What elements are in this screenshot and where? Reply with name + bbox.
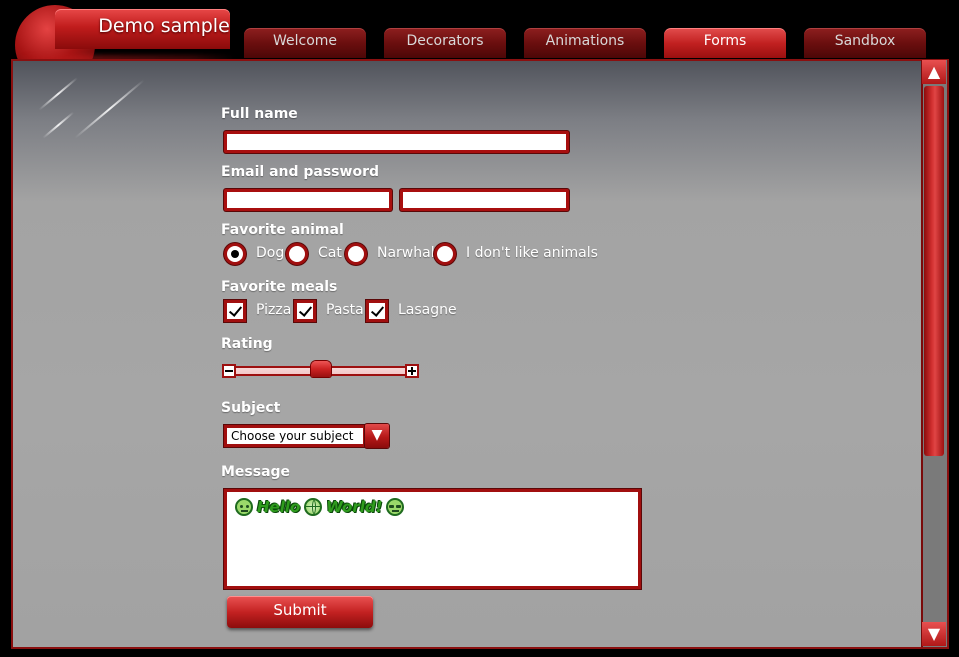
tab-welcome[interactable]: Welcome bbox=[244, 28, 366, 58]
radio-narwhal[interactable] bbox=[345, 243, 367, 265]
full-name-label: Full name bbox=[221, 106, 298, 122]
chevron-down-icon[interactable]: ▼ bbox=[365, 424, 389, 448]
arrow-up-icon[interactable]: ▲ bbox=[922, 60, 946, 84]
radio-label-cat: Cat bbox=[318, 245, 342, 261]
tab-decorators[interactable]: Decorators bbox=[384, 28, 506, 58]
app-title-tab: Demo sample bbox=[15, 5, 230, 85]
scrollbar-thumb[interactable] bbox=[924, 86, 944, 456]
tab-animations[interactable]: Animations bbox=[524, 28, 646, 58]
arrow-down-icon[interactable]: ▼ bbox=[922, 622, 946, 646]
tab-forms[interactable]: Forms bbox=[664, 28, 786, 58]
password-input[interactable] bbox=[400, 189, 569, 211]
radio-dog[interactable] bbox=[224, 243, 246, 265]
submit-button[interactable]: Submit bbox=[227, 596, 373, 628]
minus-icon bbox=[225, 370, 233, 372]
message-textarea[interactable]: Hello World! bbox=[224, 489, 641, 589]
message-word: World! bbox=[326, 498, 383, 516]
radio-label-narwhal: Narwhal bbox=[377, 245, 435, 261]
checkmark-icon bbox=[370, 303, 385, 317]
full-name-input[interactable] bbox=[224, 131, 569, 153]
favorite-meals-label: Favorite meals bbox=[221, 279, 338, 295]
rating-slider-thumb[interactable] bbox=[311, 361, 331, 377]
checkmark-icon bbox=[298, 303, 313, 317]
checkbox-pasta[interactable] bbox=[294, 300, 316, 322]
light-streak bbox=[74, 79, 145, 139]
checkbox-label-pasta: Pasta bbox=[326, 302, 364, 318]
message-word: Hello bbox=[257, 498, 301, 516]
rating-increase-button[interactable] bbox=[405, 364, 419, 378]
message-content: Hello World! bbox=[235, 498, 405, 516]
radio-label-no-animals: I don't like animals bbox=[466, 245, 598, 261]
checkbox-label-lasagne: Lasagne bbox=[398, 302, 457, 318]
message-label: Message bbox=[221, 464, 291, 480]
checkbox-lasagne[interactable] bbox=[366, 300, 388, 322]
globe-icon bbox=[304, 498, 323, 516]
light-streak bbox=[42, 111, 75, 139]
light-streak bbox=[38, 77, 78, 111]
rating-label: Rating bbox=[221, 336, 273, 352]
checkbox-pizza[interactable] bbox=[224, 300, 246, 322]
tab-sandbox[interactable]: Sandbox bbox=[804, 28, 926, 58]
smiley-icon bbox=[235, 498, 253, 516]
radio-cat[interactable] bbox=[286, 243, 308, 265]
subject-label: Subject bbox=[221, 400, 281, 416]
checkmark-icon bbox=[228, 303, 243, 317]
cool-face-icon bbox=[386, 498, 405, 516]
radio-selected-dot bbox=[231, 250, 239, 258]
rating-decrease-button[interactable] bbox=[222, 364, 236, 378]
email-input[interactable] bbox=[224, 189, 392, 211]
checkbox-label-pizza: Pizza bbox=[256, 302, 292, 318]
radio-no-animals[interactable] bbox=[434, 243, 456, 265]
radio-label-dog: Dog bbox=[256, 245, 285, 261]
favorite-animal-label: Favorite animal bbox=[221, 222, 344, 238]
email-password-label: Email and password bbox=[221, 164, 379, 180]
app-title: Demo sample bbox=[98, 15, 230, 37]
subject-select[interactable]: Choose your subject bbox=[224, 425, 366, 447]
